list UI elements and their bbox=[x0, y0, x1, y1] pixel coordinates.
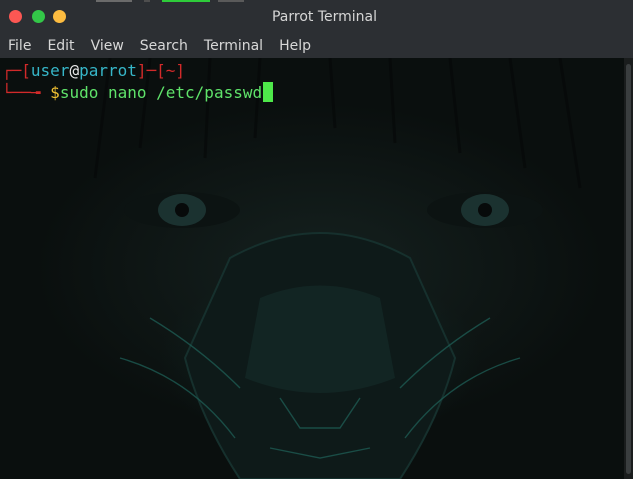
prompt-dollar: $ bbox=[50, 83, 60, 102]
prompt-frame-bottom: └──╼ bbox=[2, 83, 51, 102]
scrollbar-thumb[interactable] bbox=[626, 64, 631, 474]
prompt-at: @ bbox=[69, 61, 80, 80]
terminal-window: Parrot Terminal File Edit View Search Te… bbox=[0, 0, 633, 479]
menu-bar: File Edit View Search Terminal Help bbox=[0, 34, 633, 58]
prompt-host: parrot bbox=[79, 61, 137, 80]
command-line[interactable]: └──╼ $sudo nano /etc/passwd bbox=[2, 82, 274, 104]
menu-terminal[interactable]: Terminal bbox=[204, 34, 263, 58]
title-bar[interactable]: Parrot Terminal bbox=[0, 0, 633, 34]
text-cursor bbox=[263, 82, 274, 102]
prompt-frame-mid: ]─[ bbox=[136, 61, 166, 80]
terminal-output[interactable]: ┌─[user@parrot]─[~] └──╼ $sudo nano /etc… bbox=[0, 58, 633, 479]
menu-view[interactable]: View bbox=[91, 34, 124, 58]
window-title: Parrot Terminal bbox=[271, 9, 378, 25]
command-text: sudo nano /etc/passwd bbox=[59, 83, 263, 102]
menu-search[interactable]: Search bbox=[140, 34, 188, 58]
prompt-frame-end: ] bbox=[175, 61, 186, 80]
menu-edit[interactable]: Edit bbox=[47, 34, 74, 58]
menu-file[interactable]: File bbox=[8, 34, 31, 58]
background-artwork bbox=[93, 58, 582, 479]
vertical-scrollbar[interactable] bbox=[624, 58, 633, 479]
prompt-user: user bbox=[30, 61, 70, 80]
prompt-line: ┌─[user@parrot]─[~] bbox=[2, 60, 185, 82]
prompt-frame-top: ┌─[ bbox=[2, 61, 31, 80]
menu-help[interactable]: Help bbox=[279, 34, 311, 58]
prompt-dir: ~ bbox=[165, 61, 176, 80]
